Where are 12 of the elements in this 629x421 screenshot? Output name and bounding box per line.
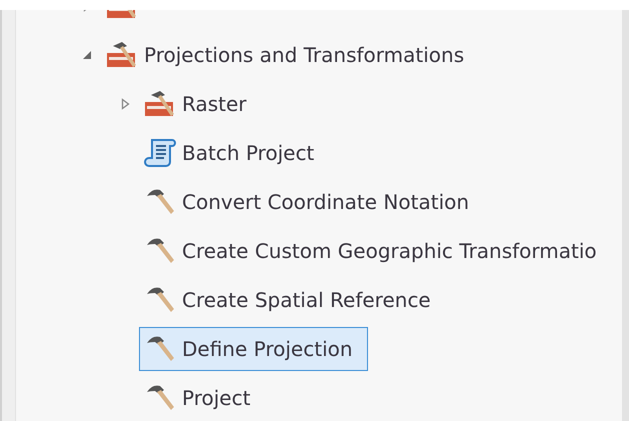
expand-arrow[interactable] bbox=[120, 98, 130, 110]
script-icon bbox=[144, 138, 178, 168]
tree-item[interactable]: Projections and Transformations bbox=[101, 32, 480, 76]
tree-item[interactable]: Project bbox=[139, 376, 266, 420]
tree-item[interactable]: Batch Project bbox=[139, 130, 330, 174]
tree-item[interactable]: Convert Coordinate Notation bbox=[139, 180, 484, 224]
tree-item[interactable]: Create Spatial Reference bbox=[139, 278, 446, 322]
scrollbar[interactable] bbox=[622, 10, 629, 421]
tree-item[interactable]: Raster bbox=[139, 82, 262, 126]
tree-item[interactable]: Create Custom Geographic Transformatio bbox=[139, 228, 612, 272]
tree-item[interactable]: Define Projection bbox=[139, 326, 368, 370]
expand-arrow[interactable] bbox=[82, 50, 92, 60]
